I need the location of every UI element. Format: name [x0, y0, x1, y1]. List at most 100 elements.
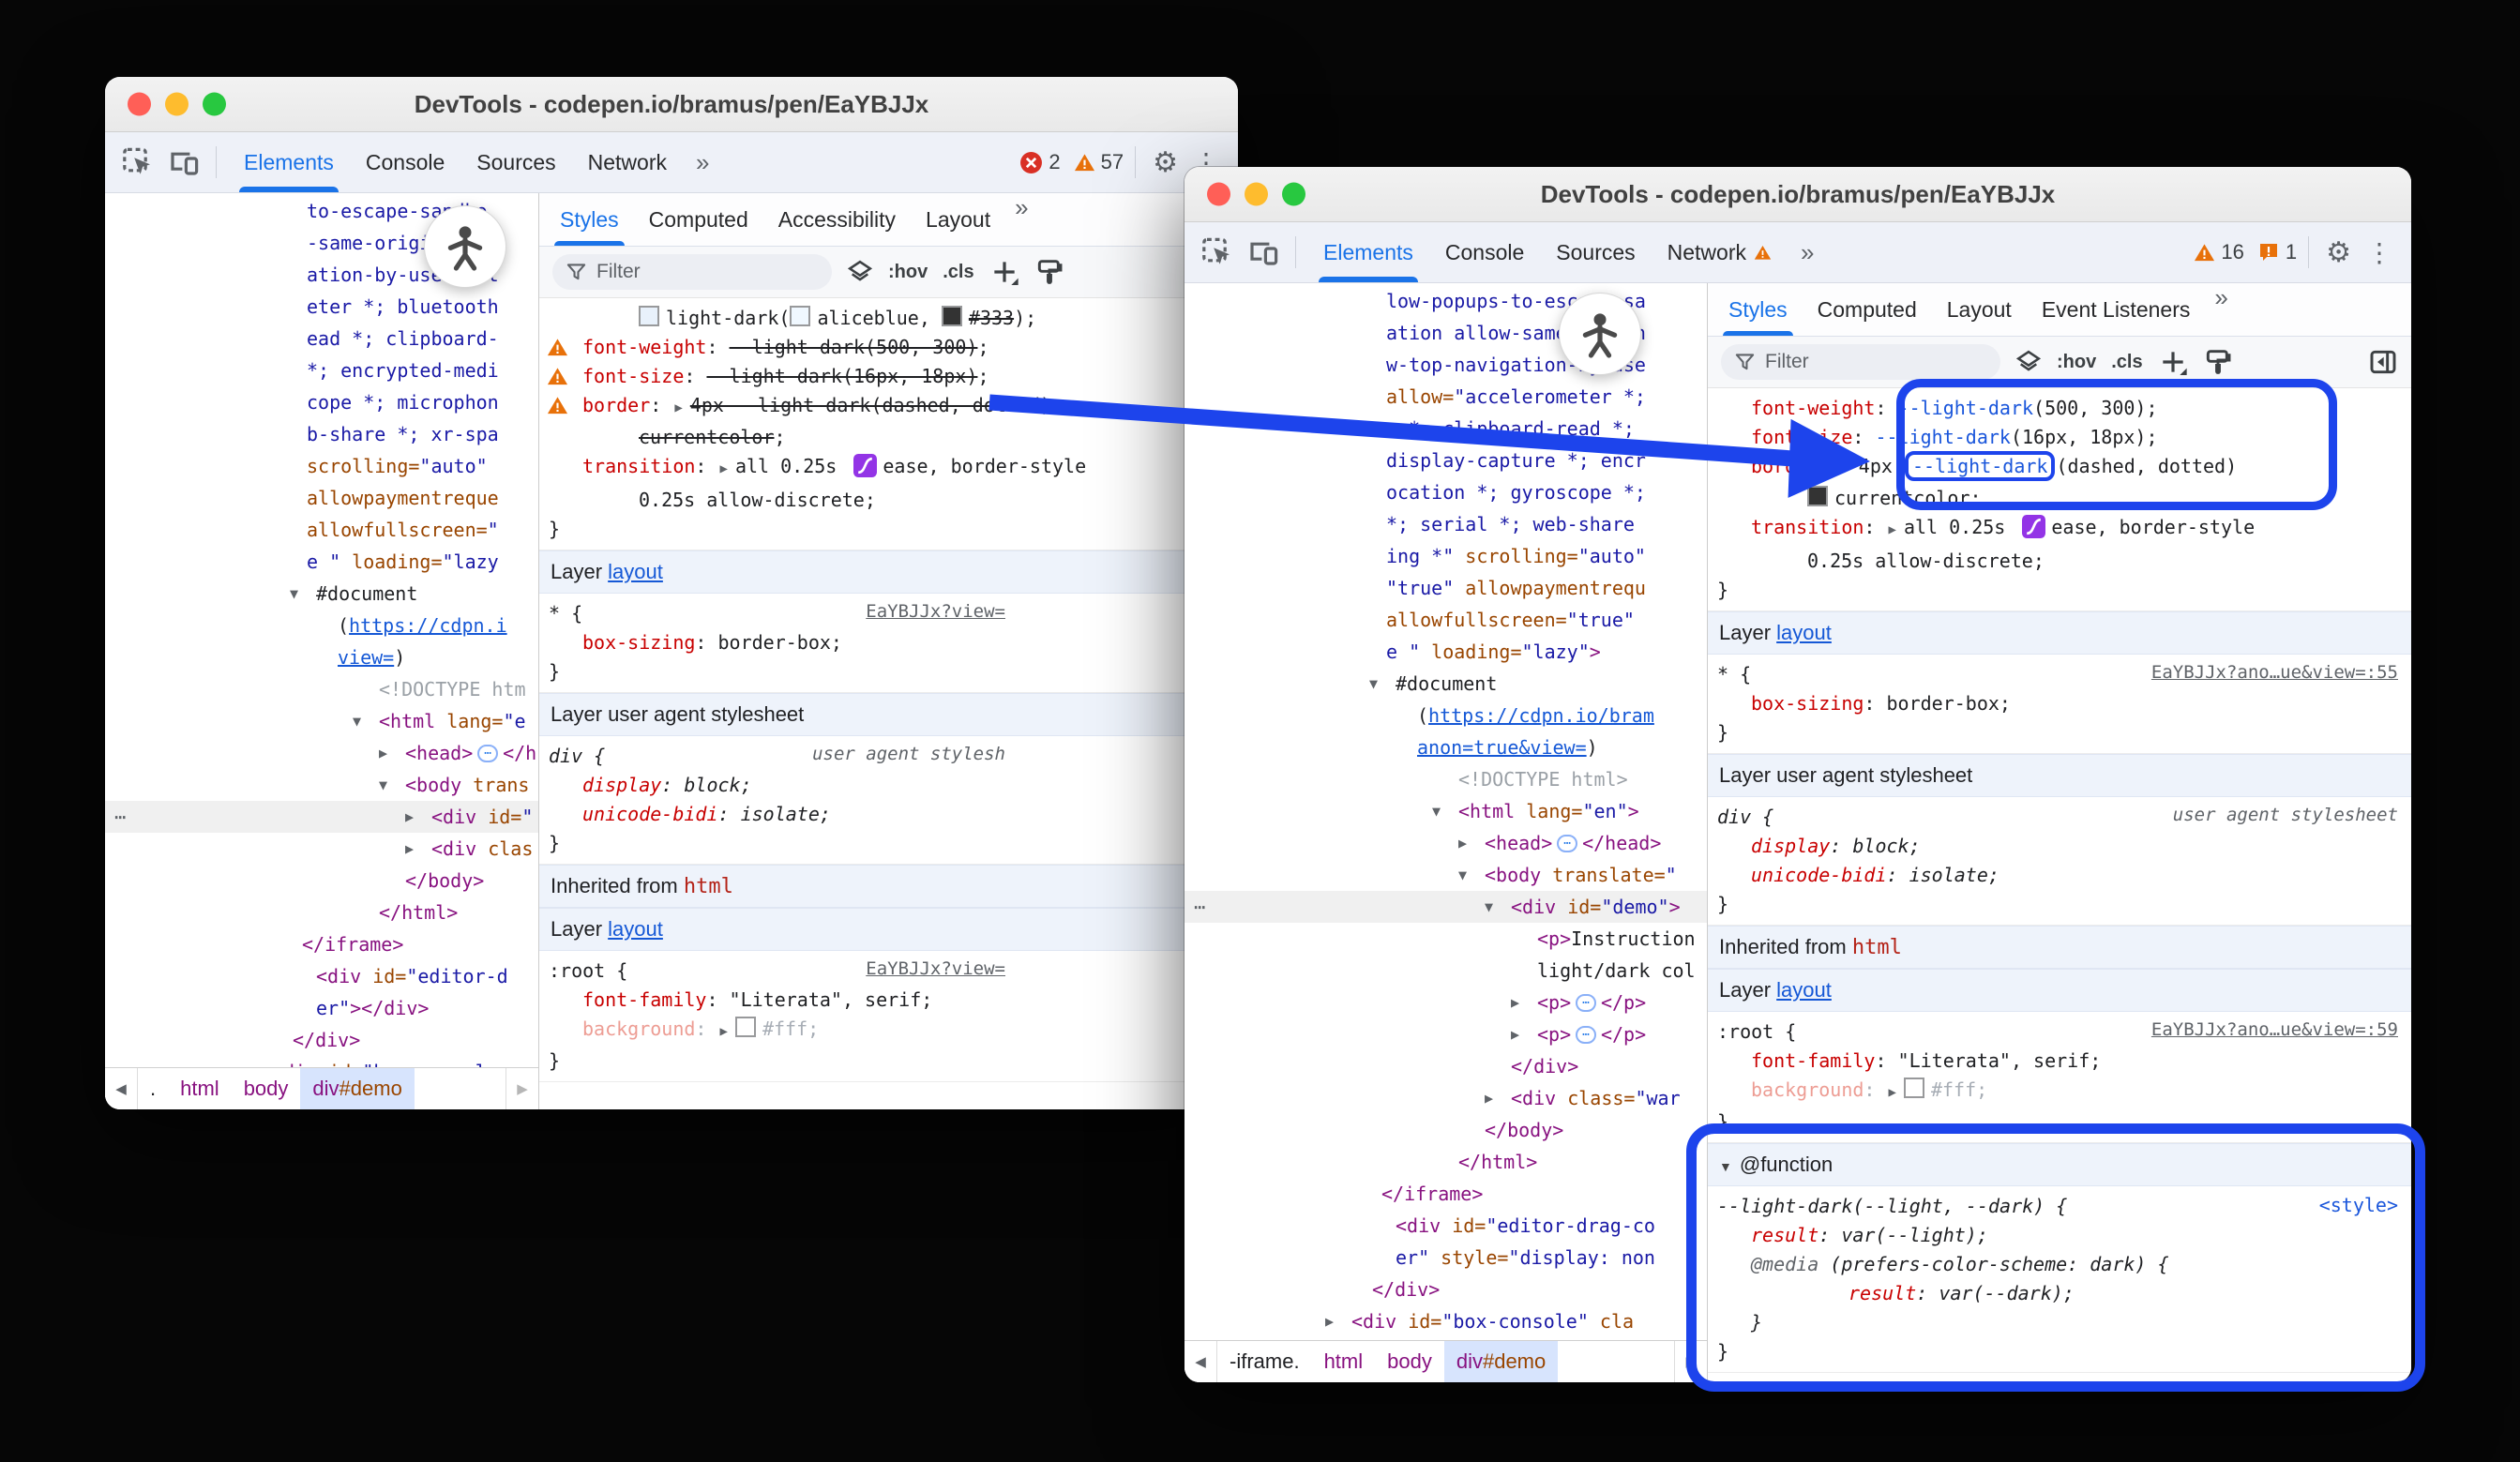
dom-tree-line[interactable]: ▼<html lang="e: [105, 705, 538, 737]
collapse-arrow-icon[interactable]: ▼: [1369, 668, 1378, 700]
device-toolbar-icon[interactable]: [163, 142, 204, 183]
warning-badge[interactable]: 57: [1074, 150, 1124, 174]
style-declaration[interactable]: background: ▶#fff;: [1708, 1076, 2411, 1108]
dom-tree-line[interactable]: </body>: [1185, 1114, 1707, 1146]
style-declaration[interactable]: }: [1708, 718, 2411, 747]
dom-tree-line[interactable]: allow="accelerometer *;: [1185, 381, 1707, 413]
color-swatch[interactable]: [1904, 1078, 1924, 1098]
expand-arrow-icon[interactable]: ▶: [246, 1056, 254, 1067]
style-declaration[interactable]: box-sizing: border-box;: [539, 628, 1238, 657]
expand-arrow-icon[interactable]: ▶: [405, 801, 414, 833]
breadcrumb-item[interactable]: body: [232, 1068, 301, 1109]
expand-triangle-icon[interactable]: ▶: [720, 461, 728, 476]
color-swatch[interactable]: [942, 306, 962, 326]
tab-sources[interactable]: Sources: [460, 132, 571, 192]
error-badge[interactable]: 2: [1019, 150, 1060, 174]
tab-elements[interactable]: Elements: [228, 132, 350, 192]
dom-tree-line[interactable]: ⋯▼<div id="demo">: [1185, 891, 1707, 923]
color-swatch[interactable]: [790, 306, 810, 326]
breadcrumb-item[interactable]: div#demo: [1444, 1341, 1558, 1382]
style-declaration[interactable]: font-size: --light-dark(16px, 18px);: [1708, 423, 2411, 452]
dom-tree-line[interactable]: ▶<p>⋯</p>: [1185, 987, 1707, 1018]
styles-filter-input[interactable]: Filter: [1721, 344, 2000, 380]
expand-inline-icon[interactable]: ⋯: [1576, 994, 1596, 1012]
dom-tree-line[interactable]: ocation *; gyroscope *;: [1185, 476, 1707, 508]
dom-tree-line[interactable]: ▼#document: [1185, 668, 1707, 700]
style-declaration[interactable]: border: ▶4px --light-dark(dashed, dotted…: [539, 391, 1238, 423]
style-declaration[interactable]: * {: [539, 599, 1238, 628]
dom-tree-line[interactable]: </div>: [105, 1024, 538, 1056]
expand-arrow-icon[interactable]: ▶: [1485, 1082, 1493, 1114]
section-collapse-icon[interactable]: ▼: [1719, 1159, 1732, 1174]
dom-tree-line[interactable]: ing *" scrolling="auto": [1185, 540, 1707, 572]
dom-tree-line[interactable]: ▼#document: [105, 578, 538, 610]
zoom-window-button[interactable]: [203, 93, 226, 116]
dom-tree-line[interactable]: anon=true&view=): [1185, 731, 1707, 763]
more-sidebar-tabs-icon[interactable]: »: [1005, 193, 1037, 246]
styles-filter-input[interactable]: Filter: [552, 254, 832, 290]
color-swatch[interactable]: [1807, 486, 1828, 506]
style-declaration[interactable]: result: var(--dark);: [1708, 1279, 2411, 1308]
breadcrumb-item[interactable]: html: [1312, 1341, 1376, 1382]
devtools-window-back[interactable]: DevTools - codepen.io/bramus/pen/EaYBJJx…: [105, 77, 1238, 1109]
dom-tree-line[interactable]: allowfullscreen="true": [1185, 604, 1707, 636]
style-declaration[interactable]: font-weight: --light-dark(500, 300);: [1708, 394, 2411, 423]
dom-tree-line[interactable]: e " loading="lazy">: [1185, 636, 1707, 668]
style-declaration[interactable]: light-dark(aliceblue, #333);: [539, 304, 1238, 333]
collapse-arrow-icon[interactable]: ▼: [290, 578, 298, 610]
expand-triangle-icon[interactable]: ▶: [1843, 461, 1850, 476]
dom-tree-line[interactable]: light/dark col: [1185, 955, 1707, 987]
window-titlebar[interactable]: DevTools - codepen.io/bramus/pen/EaYBJJx: [1185, 167, 2411, 222]
style-declaration[interactable]: font-family: "Literata", serif;: [1708, 1047, 2411, 1076]
expand-arrow-icon[interactable]: ▶: [405, 833, 414, 865]
dom-tree-line[interactable]: ▶<p>⋯</p>: [1185, 1018, 1707, 1050]
dom-tree-line[interactable]: ▶<div id="box-consol: [105, 1056, 538, 1067]
color-swatch[interactable]: [735, 1017, 756, 1037]
easing-editor-icon[interactable]: [853, 454, 877, 486]
more-panels-icon[interactable]: »: [1791, 238, 1823, 267]
style-declaration[interactable]: }: [539, 515, 1238, 544]
inspect-element-icon[interactable]: [1198, 232, 1239, 273]
style-declaration[interactable]: div {: [1708, 803, 2411, 832]
style-declaration[interactable]: background: ▶#fff;: [539, 1015, 1238, 1047]
dom-tree-line[interactable]: er"></div>: [105, 992, 538, 1024]
style-declaration[interactable]: currentcolor;: [539, 423, 1238, 452]
expand-arrow-icon[interactable]: ▶: [379, 737, 387, 769]
style-declaration[interactable]: transition: ▶all 0.25s ease, border-styl…: [1708, 513, 2411, 547]
style-declaration[interactable]: }: [1708, 1108, 2411, 1137]
sidebar-tab-event-listeners[interactable]: Event Listeners: [2027, 283, 2206, 336]
style-declaration[interactable]: font-weight: --light-dark(500, 300);: [539, 333, 1238, 362]
breadcrumb-item[interactable]: body: [1375, 1341, 1444, 1382]
new-style-rule-icon[interactable]: [989, 257, 1019, 287]
breadcrumb-item[interactable]: div#demo: [300, 1068, 414, 1109]
expand-arrow-icon[interactable]: ▶: [1511, 1018, 1519, 1050]
expand-arrow-icon[interactable]: ▶: [1325, 1305, 1334, 1337]
dom-tree-line[interactable]: (https://cdpn.io/bram: [1185, 700, 1707, 731]
dom-tree-line[interactable]: eter *; bluetooth: [105, 291, 538, 323]
dom-tree-line[interactable]: *; serial *; web-share: [1185, 508, 1707, 540]
dom-tree-line[interactable]: </html>: [1185, 1146, 1707, 1178]
collapse-sidebar-icon[interactable]: [2368, 347, 2398, 377]
crumb-scroll-right-icon[interactable]: ▶: [506, 1068, 538, 1109]
style-declaration[interactable]: --light-dark(--light, --dark) {: [1708, 1192, 2411, 1221]
settings-gear-icon[interactable]: ⚙: [2320, 236, 2357, 269]
dom-tree-line[interactable]: ead *; clipboard-: [105, 323, 538, 354]
style-declaration[interactable]: font-family: "Literata", serif;: [539, 986, 1238, 1015]
dom-tree-line[interactable]: ▶<div clas: [105, 833, 538, 865]
tab-elements[interactable]: Elements: [1307, 222, 1429, 282]
sidebar-tab-accessibility[interactable]: Accessibility: [763, 193, 911, 246]
dom-tree-line[interactable]: view=): [105, 641, 538, 673]
style-declaration[interactable]: }: [1708, 890, 2411, 919]
dom-tree-line[interactable]: </div>: [1185, 1274, 1707, 1305]
dom-tree-line[interactable]: ⋯▶<div id=": [105, 801, 538, 833]
dom-tree-line[interactable]: ▶<div id="box-console" cla: [1185, 1305, 1707, 1337]
dom-tree-line[interactable]: <!DOCTYPE html>: [1185, 763, 1707, 795]
dom-tree-line[interactable]: </html>: [105, 897, 538, 928]
style-declaration[interactable]: currentcolor;: [1708, 484, 2411, 513]
more-panels-icon[interactable]: »: [687, 148, 718, 177]
toggle-class-button[interactable]: .cls: [943, 262, 973, 283]
collapse-arrow-icon[interactable]: ▼: [353, 705, 361, 737]
style-declaration[interactable]: div {: [539, 742, 1238, 771]
minimize-window-button[interactable]: [1245, 183, 1268, 206]
easing-editor-icon[interactable]: [2022, 515, 2045, 547]
